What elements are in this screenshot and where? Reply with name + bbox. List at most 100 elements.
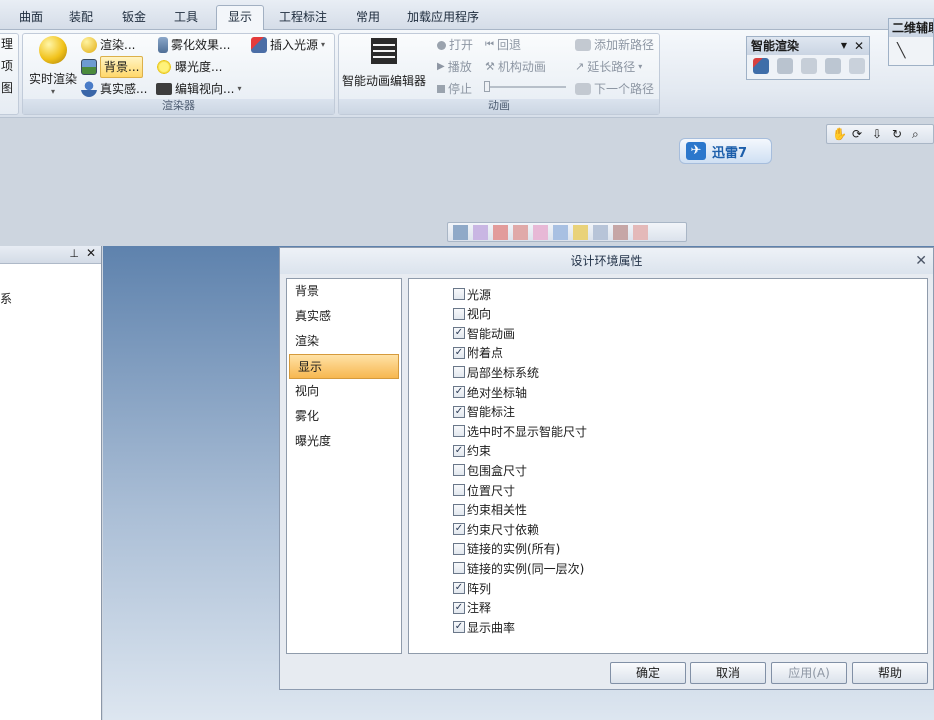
cut-item-3[interactable]: 图 xyxy=(1,78,13,98)
move-down-icon[interactable]: ⇩ xyxy=(872,127,887,142)
render-tool-2-icon[interactable] xyxy=(777,58,793,74)
option-checkbox[interactable]: 视向 xyxy=(453,306,491,322)
eraser-icon[interactable] xyxy=(533,224,548,240)
apply-button[interactable]: 应用(A) xyxy=(771,662,847,684)
checkmark-icon[interactable]: ✓ xyxy=(453,601,465,614)
option-checkbox[interactable]: 局部坐标系统 xyxy=(453,364,539,380)
category-item[interactable]: 渲染 xyxy=(287,329,401,354)
wave-icon[interactable] xyxy=(493,224,508,240)
cylinder-icon[interactable] xyxy=(573,224,588,240)
option-checkbox[interactable]: ✓ 注释 xyxy=(453,600,491,616)
empty-checkbox-icon[interactable] xyxy=(453,425,465,438)
option-checkbox[interactable]: ✓ 约束尺寸依赖 xyxy=(453,521,539,537)
tab-display[interactable]: 显示 xyxy=(216,5,265,31)
rotate-icon[interactable]: ⟳ xyxy=(852,127,867,142)
rewind-button[interactable]: ⏮ 回退 xyxy=(485,35,521,55)
option-checkbox[interactable]: 链接的实例(所有) xyxy=(453,541,560,557)
option-checkbox[interactable]: 包围盒尺寸 xyxy=(453,462,527,478)
slider-thumb[interactable] xyxy=(484,81,490,92)
checkmark-icon[interactable]: ✓ xyxy=(453,405,465,418)
ok-button[interactable]: 确定 xyxy=(610,662,686,684)
xunlei-float-button[interactable]: ✈ 迅雷7 xyxy=(679,138,772,164)
pencil-icon[interactable] xyxy=(553,224,568,240)
checkmark-icon[interactable]: ✓ xyxy=(453,327,465,340)
add-new-path-button[interactable]: 添加新路径 xyxy=(575,35,654,55)
chevron-down-icon[interactable]: ▼ xyxy=(841,37,847,55)
tab-sheet-metal[interactable]: 钣金 xyxy=(111,6,157,30)
empty-checkbox-icon[interactable] xyxy=(453,288,465,300)
fog-effect-button[interactable]: 雾化效果... xyxy=(158,35,230,55)
mechanism-animation-button[interactable]: ⚒ 机构动画 xyxy=(485,57,546,77)
render-button[interactable]: 渲染... xyxy=(81,35,135,55)
close-icon[interactable]: ✕ xyxy=(854,37,864,55)
tab-load-apps[interactable]: 加载应用程序 xyxy=(396,6,490,30)
empty-checkbox-icon[interactable] xyxy=(453,484,465,496)
edit-view-button[interactable]: 编辑视向... ▾ xyxy=(156,79,241,99)
category-item[interactable]: 视向 xyxy=(287,379,401,404)
option-checkbox[interactable]: ✓ 约束 xyxy=(453,443,491,459)
diagonal-line-icon[interactable]: ╲ xyxy=(889,37,933,65)
tab-tools[interactable]: 工具 xyxy=(163,6,209,30)
tab-common[interactable]: 常用 xyxy=(345,6,391,30)
animation-slider[interactable] xyxy=(484,86,566,88)
option-checkbox[interactable]: 选中时不显示智能尺寸 xyxy=(453,423,587,439)
measure-icon[interactable] xyxy=(593,224,608,240)
category-item[interactable]: 显示 xyxy=(289,354,399,379)
checkmark-icon[interactable]: ✓ xyxy=(453,346,465,359)
tab-surface[interactable]: 曲面 xyxy=(8,6,54,30)
category-item[interactable]: 曝光度 xyxy=(287,429,401,454)
empty-checkbox-icon[interactable] xyxy=(453,366,465,379)
help-button[interactable]: 帮助 xyxy=(852,662,928,684)
pin-icon[interactable]: ⊥ xyxy=(69,247,79,260)
render-tool-5-icon[interactable] xyxy=(849,58,865,74)
image-icon[interactable] xyxy=(453,224,468,240)
smart-animation-editor-button[interactable]: 智能动画编辑器 xyxy=(341,38,427,89)
exposure-button[interactable]: 曝光度... xyxy=(156,57,222,77)
render-tool-3-icon[interactable] xyxy=(801,58,817,74)
flask-icon[interactable] xyxy=(513,224,528,240)
category-item[interactable]: 真实感 xyxy=(287,304,401,329)
realtime-render-button[interactable]: 实时渲染 ▾ xyxy=(26,36,80,96)
category-item[interactable]: 雾化 xyxy=(287,404,401,429)
tab-engineering-annotation[interactable]: 工程标注 xyxy=(268,6,338,30)
close-icon[interactable]: ✕ xyxy=(86,246,96,260)
option-checkbox[interactable]: ✓ 显示曲率 xyxy=(453,619,515,635)
empty-checkbox-icon[interactable] xyxy=(453,503,465,516)
cancel-button[interactable]: 取消 xyxy=(690,662,766,684)
dimension-icon[interactable] xyxy=(633,224,648,240)
stop-button[interactable]: 停止 xyxy=(437,79,472,99)
next-path-button[interactable]: 下一个路径 xyxy=(575,79,654,99)
option-checkbox[interactable]: 位置尺寸 xyxy=(453,482,515,498)
empty-checkbox-icon[interactable] xyxy=(453,542,465,555)
realism-button[interactable]: 真实感... xyxy=(81,79,147,99)
option-checkbox[interactable]: 链接的实例(同一层次) xyxy=(453,560,584,576)
checkmark-icon[interactable]: ✓ xyxy=(453,582,465,594)
cut-item-2[interactable]: 项 xyxy=(1,56,13,76)
checkmark-icon[interactable]: ✓ xyxy=(453,523,465,536)
scissors-icon[interactable] xyxy=(613,224,628,240)
checkmark-icon[interactable]: ✓ xyxy=(453,621,465,634)
pan-hand-icon[interactable]: ✋ xyxy=(832,127,847,142)
render-tool-1-icon[interactable] xyxy=(753,58,769,74)
empty-checkbox-icon[interactable] xyxy=(453,464,465,477)
option-checkbox[interactable]: 约束相关性 xyxy=(453,502,527,518)
category-item[interactable]: 背景 xyxy=(287,279,401,304)
spin-icon[interactable]: ↻ xyxy=(892,127,907,142)
option-checkbox[interactable]: ✓ 智能标注 xyxy=(453,404,515,420)
option-checkbox[interactable]: ✓ 智能动画 xyxy=(453,325,515,341)
zoom-icon[interactable]: ⌕ xyxy=(912,127,927,142)
checkmark-icon[interactable]: ✓ xyxy=(453,444,465,457)
render-tool-4-icon[interactable] xyxy=(825,58,841,74)
play-button[interactable]: ▶ 播放 xyxy=(437,57,472,77)
extend-path-button[interactable]: ↗ 延长路径 ▾ xyxy=(575,57,642,77)
insert-light-button[interactable]: 插入光源 ▾ xyxy=(251,35,325,55)
checkmark-icon[interactable]: ✓ xyxy=(453,386,465,398)
option-checkbox[interactable]: 光源 xyxy=(453,286,491,302)
open-button[interactable]: 打开 xyxy=(437,35,473,55)
close-icon[interactable]: ✕ xyxy=(915,248,927,274)
empty-checkbox-icon[interactable] xyxy=(453,562,465,575)
empty-checkbox-icon[interactable] xyxy=(453,307,465,320)
option-checkbox[interactable]: ✓ 阵列 xyxy=(453,580,491,596)
cut-item-1[interactable]: 理 xyxy=(1,34,13,54)
option-checkbox[interactable]: ✓ 附着点 xyxy=(453,345,503,361)
